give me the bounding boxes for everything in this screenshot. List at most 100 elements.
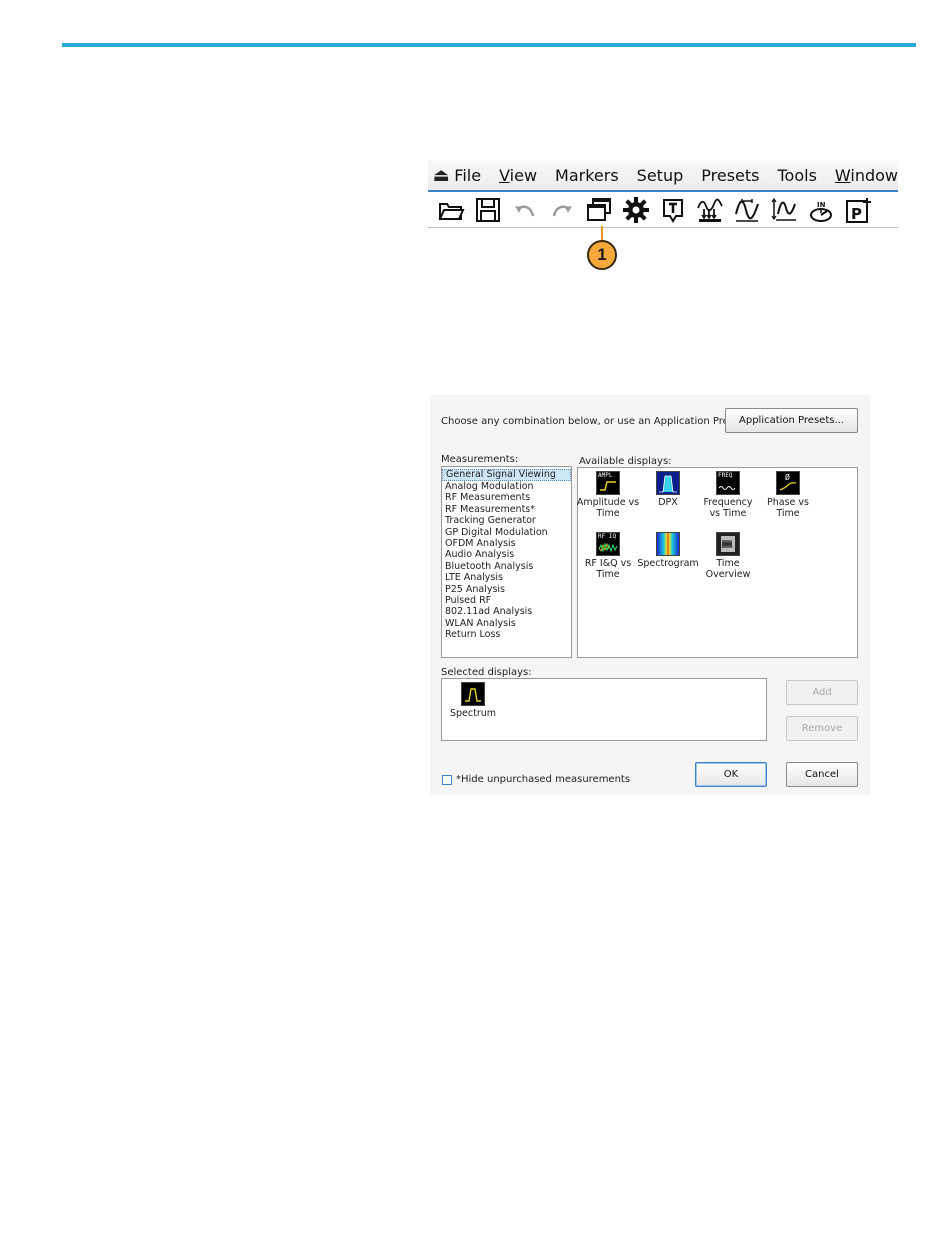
measurement-item[interactable]: Bluetooth Analysis	[442, 561, 571, 572]
measurement-item[interactable]: RF Measurements*	[442, 504, 571, 515]
measurement-item[interactable]: LTE Analysis	[442, 572, 571, 583]
display-label-line: Spectrogram	[637, 558, 699, 569]
analysis-icon[interactable]	[728, 193, 765, 227]
display-icon-text: FREQ	[718, 472, 733, 479]
measurement-item[interactable]: OFDM Analysis	[442, 538, 571, 549]
timeov-display-icon	[716, 532, 740, 556]
display-option-rfiq[interactable]: RF IQ RF I&Q vs Time	[575, 532, 641, 580]
measurement-item[interactable]: P25 Analysis	[442, 584, 571, 595]
display-label-line: DPX	[658, 497, 678, 508]
save-icon[interactable]	[469, 193, 506, 227]
settings-gear-icon[interactable]	[617, 193, 654, 227]
remove-button[interactable]: Remove	[786, 716, 858, 741]
display-label-line: Overview	[705, 569, 751, 580]
ok-button[interactable]: OK	[695, 762, 767, 787]
selected-display-spectrum[interactable]: Spectrum	[440, 682, 506, 719]
presets-icon[interactable]: P	[839, 193, 876, 227]
measurements-list[interactable]: General Signal Viewing Analog Modulation R…	[441, 466, 572, 658]
display-option-phase[interactable]: Ø Phase vs Time	[755, 471, 821, 519]
menu-presets[interactable]: Presets	[701, 166, 759, 185]
display-label-line: Phase vs	[767, 497, 809, 508]
freq-display-icon: FREQ	[716, 471, 740, 495]
header-rule	[62, 43, 916, 47]
hide-unpurchased-label: *Hide unpurchased measurements	[456, 774, 631, 785]
menu-view-rest: iew	[509, 165, 538, 185]
menu-tools[interactable]: Tools	[777, 166, 816, 185]
replay-icon[interactable]: IN	[802, 193, 839, 227]
rfiq-display-icon: RF IQ	[596, 532, 620, 556]
svg-text:IN: IN	[817, 201, 826, 209]
trigger-icon[interactable]	[654, 193, 691, 227]
displays-icon[interactable]	[580, 193, 617, 227]
undo-icon[interactable]	[506, 193, 543, 227]
redo-icon[interactable]	[543, 193, 580, 227]
add-button[interactable]: Add	[786, 680, 858, 705]
menu-bar: ⏏ File View Markers Setup Presets Tools …	[428, 160, 898, 190]
display-option-spectrogram[interactable]: Spectrogram	[635, 532, 701, 569]
display-label-line: Time	[716, 558, 740, 569]
phase-display-icon: Ø	[776, 471, 800, 495]
display-option-label: DPX	[658, 497, 678, 508]
hide-unpurchased-checkbox[interactable]	[442, 775, 452, 785]
selected-display-label: Spectrum	[449, 708, 497, 719]
display-option-label: Phase vs Time	[767, 497, 809, 519]
available-displays-panel[interactable]: AMPL Amplitude vs Time DPX FREQ Frequency vs T…	[577, 467, 858, 658]
display-option-label: Spectrogram	[637, 558, 698, 569]
display-label-line: Time	[596, 508, 620, 519]
new-displays-dialog: Choose any combination below, or use an …	[430, 395, 870, 795]
measurement-item[interactable]: 802.11ad Analysis	[442, 606, 571, 617]
cancel-button[interactable]: Cancel	[786, 762, 858, 787]
ampl-display-icon: AMPL	[596, 471, 620, 495]
measurement-item[interactable]: RF Measurements	[442, 492, 571, 503]
measurement-item[interactable]: General Signal Viewing	[442, 469, 571, 481]
toolbar: IN P	[428, 192, 898, 228]
menu-setup[interactable]: Setup	[637, 166, 684, 185]
menu-window[interactable]: Window	[835, 166, 898, 185]
measurement-item[interactable]: Analog Modulation	[442, 481, 571, 492]
measurement-item[interactable]: Pulsed RF	[442, 595, 571, 606]
display-option-label: Time Overview	[706, 558, 751, 580]
selected-displays-label: Selected displays:	[441, 667, 532, 678]
callout-number-badge: 1	[587, 240, 617, 270]
display-label-line: Time	[596, 569, 620, 580]
display-option-label: Frequency vs Time	[703, 497, 752, 519]
display-icon-text: Ø	[785, 473, 790, 482]
svg-text:P: P	[851, 205, 862, 223]
display-label-line: vs Time	[709, 508, 747, 519]
display-option-label: Amplitude vs Time	[577, 497, 639, 519]
menu-window-accel: W	[834, 165, 851, 185]
dpx-display-icon	[656, 471, 680, 495]
menu-file[interactable]: File	[454, 166, 481, 185]
dialog-intro-text: Choose any combination below, or use an …	[441, 416, 748, 427]
display-label-line: Amplitude vs	[576, 497, 640, 508]
display-label-line: Time	[776, 508, 800, 519]
display-option-timeov[interactable]: Time Overview	[695, 532, 761, 580]
measurement-item[interactable]: Return Loss	[442, 629, 571, 640]
measurements-label: Measurements:	[441, 454, 519, 465]
acquire-icon[interactable]	[691, 193, 728, 227]
display-icon-text: AMPL	[598, 472, 613, 479]
spectrum-display-icon	[461, 682, 485, 706]
display-label-line: RF I&Q vs	[584, 558, 632, 569]
selected-displays-panel[interactable]: Spectrum	[441, 678, 767, 741]
spectrogram-display-icon	[656, 532, 680, 556]
display-option-label: RF I&Q vs Time	[585, 558, 631, 580]
display-icon-text: RF IQ	[598, 533, 617, 540]
application-presets-button[interactable]: Application Presets...	[725, 408, 858, 433]
open-folder-icon[interactable]	[432, 193, 469, 227]
menu-view-accel: V	[499, 165, 510, 185]
menu-view[interactable]: View	[499, 166, 537, 185]
display-option-freq[interactable]: FREQ Frequency vs Time	[695, 471, 761, 519]
measurement-item[interactable]: GP Digital Modulation	[442, 527, 571, 538]
display-label-line: Frequency	[703, 497, 753, 508]
measurement-item[interactable]: Audio Analysis	[442, 549, 571, 560]
available-displays-label: Available displays:	[579, 456, 672, 467]
menu-markers[interactable]: Markers	[555, 166, 619, 185]
measurement-item[interactable]: Tracking Generator	[442, 515, 571, 526]
display-option-ampl[interactable]: AMPL Amplitude vs Time	[575, 471, 641, 519]
menu-window-rest: indow	[850, 165, 898, 185]
amplitude-icon[interactable]	[765, 193, 802, 227]
display-option-dpx[interactable]: DPX	[635, 471, 701, 508]
eject-icon[interactable]: ⏏	[428, 165, 454, 186]
measurement-item[interactable]: WLAN Analysis	[442, 618, 571, 629]
